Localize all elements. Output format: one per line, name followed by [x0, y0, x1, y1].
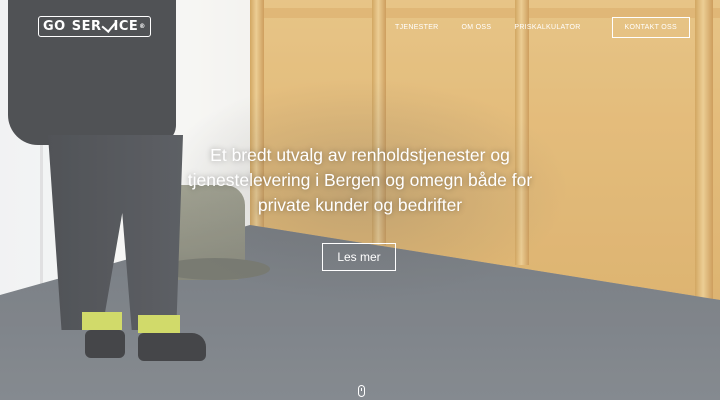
logo-text-go: GO — [43, 19, 66, 34]
read-more-button[interactable]: Les mer — [322, 243, 396, 271]
hero-headline: Et bredt utvalg av renholdstjenester og … — [187, 145, 533, 215]
nav-link-om-oss[interactable]: OM OSS — [462, 24, 492, 31]
logo-registered-mark: ® — [139, 23, 146, 30]
contact-button[interactable]: KONTAKT OSS — [611, 17, 690, 38]
nav-link-tjenester[interactable]: TJENESTER — [395, 24, 439, 31]
nav-link-priskalkulator[interactable]: PRISKALKULATOR — [514, 24, 580, 31]
site-logo[interactable]: GO SER ICE ® — [38, 15, 151, 37]
main-nav: TJENESTER OM OSS PRISKALKULATOR KONTAKT … — [395, 17, 690, 38]
logo-text-ser: SER — [71, 19, 102, 34]
mouse-scroll-icon[interactable] — [358, 385, 365, 397]
